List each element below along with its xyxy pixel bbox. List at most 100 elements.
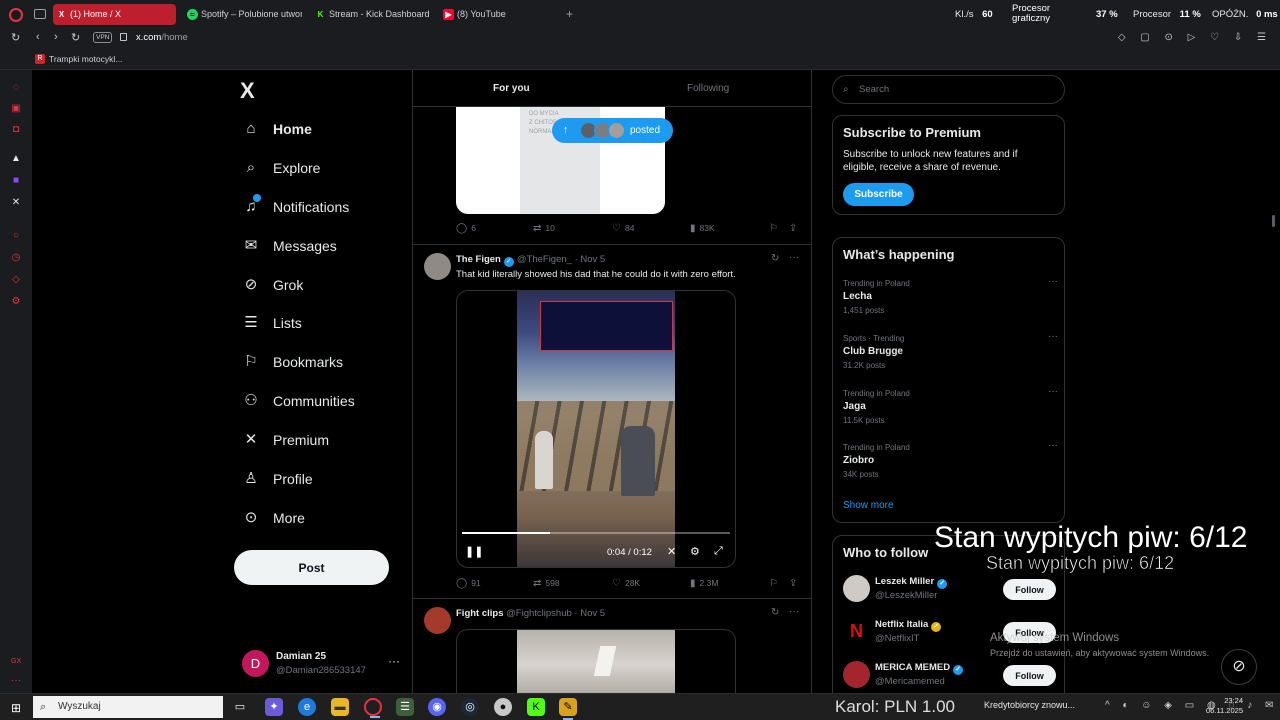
bookmark-button[interactable]: ⚐ [769,223,782,234]
fullscreen-icon[interactable]: ⤢ [714,545,723,558]
follow-suggestion[interactable]: MERICA MEMED ✓ @Mericamemed Follow [843,661,1058,691]
nav-communities[interactable]: ⚇ Communities [242,388,354,414]
nav-notifications[interactable]: ♫ Notifications [242,194,349,220]
toolbar-icons[interactable]: ◇ ▢ ⊙ ▷ ♡ ⇩ ☰ [1118,32,1272,43]
pin-icon[interactable]: ◇ [11,275,21,285]
grok-explain-icon[interactable]: ↻ [771,607,779,618]
twitch-icon[interactable]: ■ [11,176,21,186]
post-button[interactable]: Post [234,550,389,585]
video-player[interactable]: ❚❚ 0:04 / 0:12 ✕ ⚙ ⤢ [456,290,736,568]
trend-item[interactable]: Sports · Trending Club Brugge 31.2K post… [843,331,1058,374]
bookmark-item[interactable]: R Trampki motocykl... [35,54,122,64]
player-icon[interactable]: ○ [11,231,21,241]
vpn-badge[interactable]: VPN [93,32,113,43]
history-icon[interactable]: ◷ [11,253,21,263]
gx-icon[interactable]: GX [11,657,21,667]
nav-premium[interactable]: ✕ Premium [242,427,329,453]
tab-kick[interactable]: K Stream - Kick Dashboard [312,4,434,25]
trend-item[interactable]: Trending in Poland Lecha 1,451 posts ··· [843,276,1058,319]
like-button[interactable]: ♡ 28K [612,578,640,589]
trend-item[interactable]: Trending in Poland Jaga 11.5K posts ··· [843,386,1058,429]
file-explorer-icon[interactable]: ▬ [331,698,349,716]
more-dots-icon[interactable]: ··· [388,654,400,668]
edge-icon[interactable]: e [298,698,316,716]
new-tab-icon[interactable]: + [566,7,573,21]
account-switcher[interactable]: D Damian 25 @Damian286533147 ··· [242,650,402,678]
discord-icon[interactable]: ◉ [428,698,446,716]
more-dots-icon[interactable]: ··· [1048,440,1058,451]
instagram-icon[interactable]: ◘ [11,125,21,135]
nav-home[interactable]: ⌂ Home [242,116,311,142]
tweet-date[interactable]: · Nov 5 [575,254,606,265]
scrollbar[interactable] [1272,215,1275,227]
messenger-icon[interactable]: ▣ [11,104,21,114]
follow-suggestion[interactable]: Leszek Miller ✓ @LeszekMiller Follow [843,575,1058,605]
reload-icon[interactable]: ↻ [71,31,80,44]
show-more-link[interactable]: Show more [843,500,894,511]
settings-icon[interactable]: ⚙ [690,545,700,558]
workspaces-icon[interactable] [34,9,46,19]
lock-icon[interactable] [120,33,127,41]
opera-gx-icon[interactable] [364,698,382,718]
tweet-date[interactable]: · Nov 5 [574,608,605,619]
follow-button[interactable]: Follow [1003,579,1056,600]
more-dots-icon[interactable]: ··· [789,606,799,617]
more-sidebar-icon[interactable]: ··· [11,676,21,686]
avatar[interactable] [424,253,451,280]
kick-app-icon[interactable]: K [527,698,545,716]
app-icon[interactable]: ✎ [559,698,577,720]
taskbar-search-input[interactable]: ⌕ Wyszukaj [33,696,223,718]
tab-x-home[interactable]: X (1) Home / X [53,4,176,25]
tweet-author[interactable]: The Figen [456,254,501,265]
tab-youtube[interactable]: ▶ (8) YouTube [440,4,550,25]
avatar[interactable] [424,607,451,634]
reply-button[interactable]: ◯ 6 [456,223,476,234]
opera-logo-icon[interactable] [9,8,23,22]
grok-floating-button[interactable]: ⊘ [1221,649,1257,685]
reload-side-icon[interactable]: ↻ [11,31,20,44]
share-button[interactable]: ⇪ [789,223,801,234]
system-tray-icons[interactable]: ^ ◐ ☺ ◈ ▭ ◍ ◌ ♪ ✉ ⌂ [1105,700,1280,711]
video-progress-bar[interactable] [462,532,730,534]
tweet-media-video[interactable] [456,629,736,693]
forward-icon[interactable]: › [54,31,58,43]
repost-button[interactable]: ⇄ 10 [533,223,555,234]
x-sidebar-icon[interactable]: ✕ [11,198,21,208]
more-dots-icon[interactable]: ··· [1048,276,1058,287]
new-posts-pill[interactable]: ↑ posted [552,118,673,143]
pause-icon[interactable]: ❚❚ [465,545,483,558]
tab-following[interactable]: Following [687,83,729,94]
nav-explore[interactable]: ⌕ Explore [242,155,321,181]
taskbar-clock[interactable]: 23:24 06.11.2025 [1203,696,1243,716]
nav-more[interactable]: ⊙ More [242,505,305,531]
subscribe-button[interactable]: Subscribe [843,183,914,206]
tweet-author[interactable]: Fight clips [456,608,504,619]
trend-item[interactable]: Trending in Poland Ziobro 34K posts ··· [843,440,1058,483]
more-dots-icon[interactable]: ··· [1048,331,1058,342]
task-view-icon[interactable]: ▭ [231,698,249,716]
url-field[interactable]: x.com/home [136,32,188,43]
nav-profile[interactable]: ♙ Profile [242,466,312,492]
more-dots-icon[interactable]: ··· [789,252,799,263]
views-button[interactable]: ▮ 2.3M [690,578,718,589]
aria-icon[interactable]: ◌ [11,83,21,93]
share-button[interactable]: ⇪ [789,578,801,589]
bookmark-button[interactable]: ⚐ [769,578,782,589]
settings-icon[interactable]: ⚙ [11,297,21,307]
tweet-handle[interactable]: @Fightclipshub [506,608,572,619]
search-input[interactable]: ⌕ Search [832,75,1065,104]
copilot-icon[interactable]: ✦ [265,698,283,716]
follow-button[interactable]: Follow [1003,665,1056,686]
views-button[interactable]: ▮ 83K [690,223,715,234]
nav-bookmarks[interactable]: ⚐ Bookmarks [242,349,343,375]
mute-icon[interactable]: ✕ [667,545,676,558]
x-logo[interactable]: X [240,78,255,104]
steam-icon[interactable]: ◎ [461,698,479,716]
tweet-handle[interactable]: @TheFigen_ [517,254,572,265]
app-icon[interactable]: ☰ [396,698,414,716]
nav-lists[interactable]: ☰ Lists [242,310,302,336]
windows-start-icon[interactable]: ⊞ [11,701,21,715]
tray-news-text[interactable]: Kredytobiorcy znowu... [984,700,1075,710]
repost-button[interactable]: ⇄ 598 [533,578,560,589]
back-icon[interactable]: ‹ [36,31,40,43]
